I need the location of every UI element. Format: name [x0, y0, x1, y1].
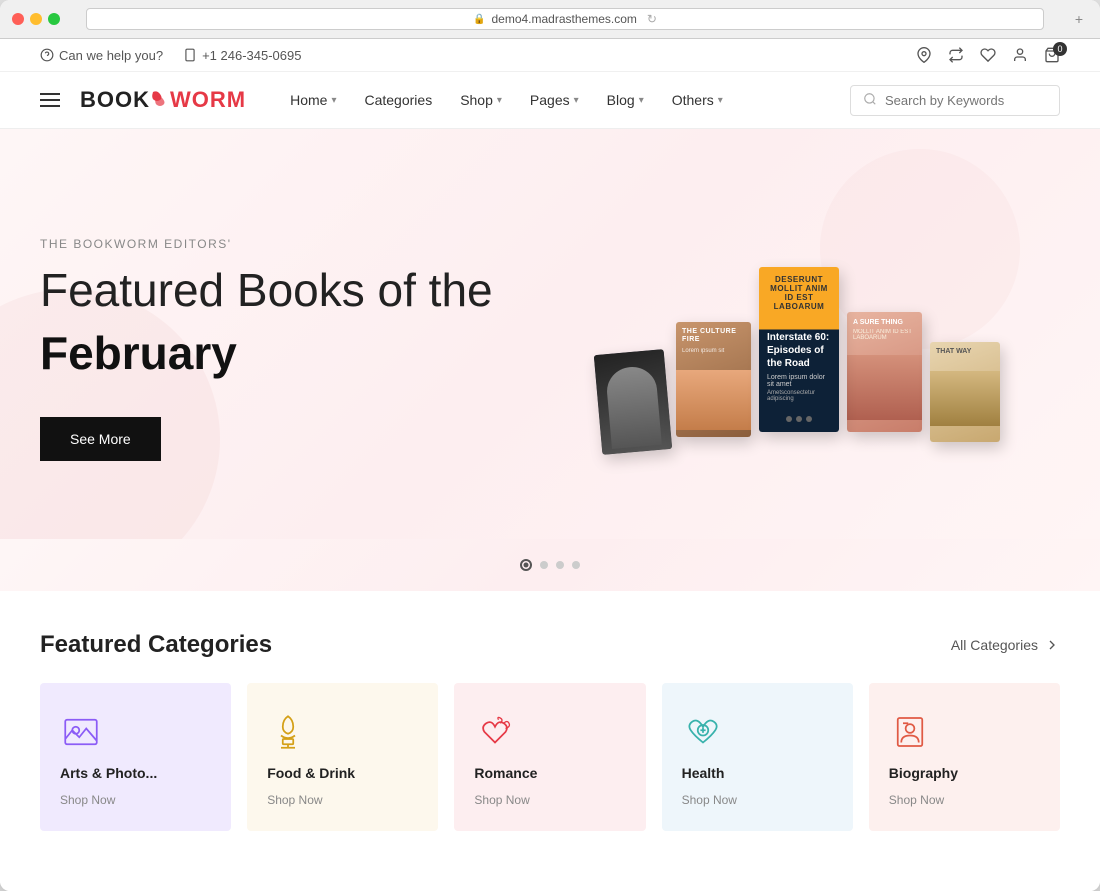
category-card-health[interactable]: Health Shop Now	[662, 683, 853, 831]
browser-titlebar: 🔒 demo4.madrasthemes.com ↻ +	[0, 0, 1100, 38]
lock-icon: 🔒	[473, 14, 485, 25]
logo-icon	[151, 89, 169, 111]
category-name-arts: Arts & Photo...	[60, 765, 157, 781]
book-cover-2: THE CULTURE FIRE Lorem ipsum sit	[676, 322, 751, 437]
hero-section: THE BOOKWORM EDITORS' Featured Books of …	[0, 129, 1100, 539]
hero-title-line2: February	[40, 326, 493, 381]
website-content: Can we help you? +1 246-345-0695	[0, 39, 1100, 891]
shop-chevron-icon: ▾	[497, 95, 502, 106]
category-name-romance: Romance	[474, 765, 537, 781]
compare-icon[interactable]	[948, 47, 964, 63]
book-cover-4: A SURE THING MOLLIT ANIM ID EST LABOARUM	[847, 312, 922, 432]
cart-count: 0	[1053, 42, 1067, 56]
location-icon[interactable]	[916, 47, 932, 63]
category-card-food[interactable]: Food & Drink Shop Now	[247, 683, 438, 831]
section-title: Featured Categories	[40, 631, 272, 659]
category-name-bio: Biography	[889, 765, 958, 781]
topbar-left: Can we help you? +1 246-345-0695	[40, 48, 301, 63]
slider-dot-1[interactable]	[520, 559, 532, 571]
main-nav: BOOK WORM Home ▾ Categories	[0, 72, 1100, 129]
hero-subtitle: THE BOOKWORM EDITORS'	[40, 237, 493, 251]
nav-home[interactable]: Home ▾	[276, 72, 350, 128]
blog-chevron-icon: ▾	[639, 95, 644, 106]
top-info-bar: Can we help you? +1 246-345-0695	[0, 39, 1100, 72]
account-icon[interactable]	[1012, 47, 1028, 63]
home-chevron-icon: ▾	[331, 95, 336, 106]
browser-window: 🔒 demo4.madrasthemes.com ↻ + Can we help…	[0, 0, 1100, 891]
site-logo[interactable]: BOOK WORM	[80, 72, 246, 128]
hero-title-line1: Featured Books of the	[40, 263, 493, 318]
browser-chrome: 🔒 demo4.madrasthemes.com ↻ +	[0, 0, 1100, 39]
url-text: demo4.madrasthemes.com	[491, 12, 636, 26]
category-shop-health: Shop Now	[682, 793, 737, 807]
maximize-button[interactable]	[48, 13, 60, 25]
food-drink-icon	[267, 711, 309, 753]
logo-book: BOOK	[80, 87, 150, 113]
help-text: Can we help you?	[40, 48, 163, 63]
new-tab-button[interactable]: +	[1070, 10, 1088, 28]
others-chevron-icon: ▾	[718, 95, 723, 106]
close-button[interactable]	[12, 13, 24, 25]
help-icon	[40, 48, 54, 62]
biography-icon	[889, 711, 931, 753]
book-cover-5: THAT WAY	[930, 342, 1000, 442]
hero-books: THE CULTURE FIRE Lorem ipsum sit DESERUN…	[598, 267, 1000, 432]
wishlist-icon[interactable]	[980, 47, 996, 63]
category-card-bio[interactable]: Biography Shop Now	[869, 683, 1060, 831]
slider-dot-2[interactable]	[540, 561, 548, 569]
romance-icon	[474, 711, 516, 753]
search-bar[interactable]	[850, 85, 1060, 116]
category-name-health: Health	[682, 765, 725, 781]
nav-items: Home ▾ Categories Shop ▾ Pages ▾ Blog ▾	[276, 72, 850, 128]
category-shop-food: Shop Now	[267, 793, 322, 807]
nav-others[interactable]: Others ▾	[658, 72, 737, 128]
slider-dot-3[interactable]	[556, 561, 564, 569]
nav-blog[interactable]: Blog ▾	[593, 72, 658, 128]
nav-pages[interactable]: Pages ▾	[516, 72, 593, 128]
arrow-right-icon	[1044, 637, 1060, 653]
url-bar[interactable]: 🔒 demo4.madrasthemes.com ↻	[86, 8, 1044, 30]
categories-grid: Arts & Photo... Shop Now Food & Drink Sh…	[40, 683, 1060, 831]
health-icon	[682, 711, 724, 753]
all-categories-link[interactable]: All Categories	[951, 637, 1060, 653]
hero-content: THE BOOKWORM EDITORS' Featured Books of …	[40, 237, 493, 461]
phone-icon	[183, 48, 197, 62]
hamburger-menu[interactable]	[40, 75, 60, 125]
category-card-romance[interactable]: Romance Shop Now	[454, 683, 645, 831]
book-cover-3: DESERUNT MOLLIT ANIM ID EST LABOARUM Int…	[759, 267, 839, 432]
slider-dots	[0, 539, 1100, 591]
logo-worm: WORM	[170, 87, 246, 113]
arts-photo-icon	[60, 711, 102, 753]
category-shop-arts: Shop Now	[60, 793, 115, 807]
refresh-icon[interactable]: ↻	[647, 12, 657, 26]
topbar-right: 0	[916, 47, 1060, 63]
nav-shop[interactable]: Shop ▾	[446, 72, 516, 128]
phone-text: +1 246-345-0695	[183, 48, 301, 63]
hero-cta-button[interactable]: See More	[40, 417, 161, 461]
category-card-arts[interactable]: Arts & Photo... Shop Now	[40, 683, 231, 831]
pages-chevron-icon: ▾	[574, 95, 579, 106]
category-name-food: Food & Drink	[267, 765, 355, 781]
minimize-button[interactable]	[30, 13, 42, 25]
search-input[interactable]	[885, 93, 1047, 108]
category-shop-bio: Shop Now	[889, 793, 944, 807]
category-shop-romance: Shop Now	[474, 793, 529, 807]
section-header: Featured Categories All Categories	[40, 631, 1060, 659]
categories-section: Featured Categories All Categories Arts …	[0, 591, 1100, 881]
slider-dot-4[interactable]	[572, 561, 580, 569]
book-cover-1	[594, 349, 672, 455]
search-icon	[863, 92, 877, 109]
cart-icon[interactable]: 0	[1044, 47, 1060, 63]
nav-categories[interactable]: Categories	[350, 72, 446, 128]
